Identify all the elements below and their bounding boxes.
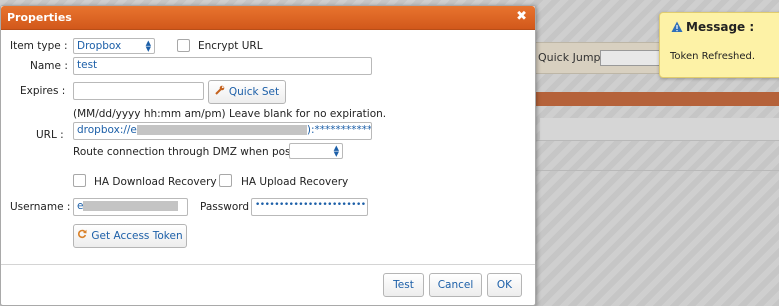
test-button[interactable]: Test: [383, 273, 424, 297]
item-type-value: Dropbox: [77, 40, 122, 52]
password-input[interactable]: ••••••••••••••••••••••••: [251, 198, 368, 216]
toast-title: Message :: [686, 20, 755, 34]
quick-set-label: Quick Set: [228, 86, 280, 98]
dialog-title: Properties: [7, 11, 72, 24]
username-label: Username :: [10, 201, 71, 213]
ha-upload-label: HA Upload Recovery: [241, 176, 349, 188]
background-row-divider: [530, 170, 779, 171]
encrypt-url-label: Encrypt URL: [198, 40, 263, 52]
name-label: Name :: [30, 60, 68, 72]
password-label: Password :: [200, 201, 256, 213]
background-header-bar: [530, 92, 779, 106]
get-access-token-label: Get Access Token: [91, 230, 183, 242]
ha-upload-checkbox[interactable]: [219, 174, 232, 187]
refresh-icon: [77, 225, 87, 247]
ha-download-checkbox[interactable]: [73, 174, 86, 187]
username-input[interactable]: e: [73, 198, 188, 216]
select-arrows-icon: ▲ ▼: [333, 144, 339, 158]
dialog-titlebar[interactable]: Properties ✖: [1, 6, 535, 30]
wrench-icon: [215, 81, 225, 103]
username-redacted-mask: [83, 201, 179, 211]
name-input[interactable]: test: [73, 57, 372, 75]
ha-download-label: HA Download Recovery: [94, 176, 217, 188]
message-toast: Message : Token Refreshed.: [659, 12, 779, 78]
url-label: URL :: [36, 129, 64, 141]
item-type-select[interactable]: Dropbox ▲ ▼: [73, 38, 155, 54]
url-redacted-mask: [136, 125, 307, 135]
quick-set-button[interactable]: Quick Set: [208, 80, 286, 104]
url-suffix: ):****************: [306, 124, 372, 136]
properties-dialog: Properties ✖ Item type : Dropbox ▲ ▼ Encr…: [0, 5, 536, 306]
route-dmz-label: Route connection through DMZ when possib…: [73, 146, 322, 158]
quick-jump-label: Quick Jump :: [538, 51, 608, 64]
url-input[interactable]: dropbox://e ):****************: [73, 122, 372, 140]
warning-icon: [671, 21, 683, 32]
expires-hint: (MM/dd/yyyy hh:mm am/pm) Leave blank for…: [73, 108, 387, 120]
close-icon[interactable]: ✖: [516, 10, 527, 24]
expires-label: Expires :: [20, 85, 66, 97]
url-prefix: dropbox://e: [77, 124, 137, 136]
cancel-button[interactable]: Cancel: [429, 273, 482, 297]
route-dmz-select[interactable]: ▲ ▼: [289, 143, 343, 159]
footer-divider: [1, 264, 535, 265]
select-arrows-icon: ▲ ▼: [145, 39, 151, 53]
ok-button[interactable]: OK: [487, 273, 522, 297]
item-type-label: Item type :: [10, 40, 68, 52]
get-access-token-button[interactable]: Get Access Token: [73, 224, 187, 248]
background-row-block: [540, 118, 779, 140]
expires-input[interactable]: [73, 82, 204, 100]
encrypt-url-checkbox[interactable]: [177, 39, 190, 52]
toast-body: Token Refreshed.: [670, 51, 756, 62]
background-row-divider: [530, 140, 779, 141]
